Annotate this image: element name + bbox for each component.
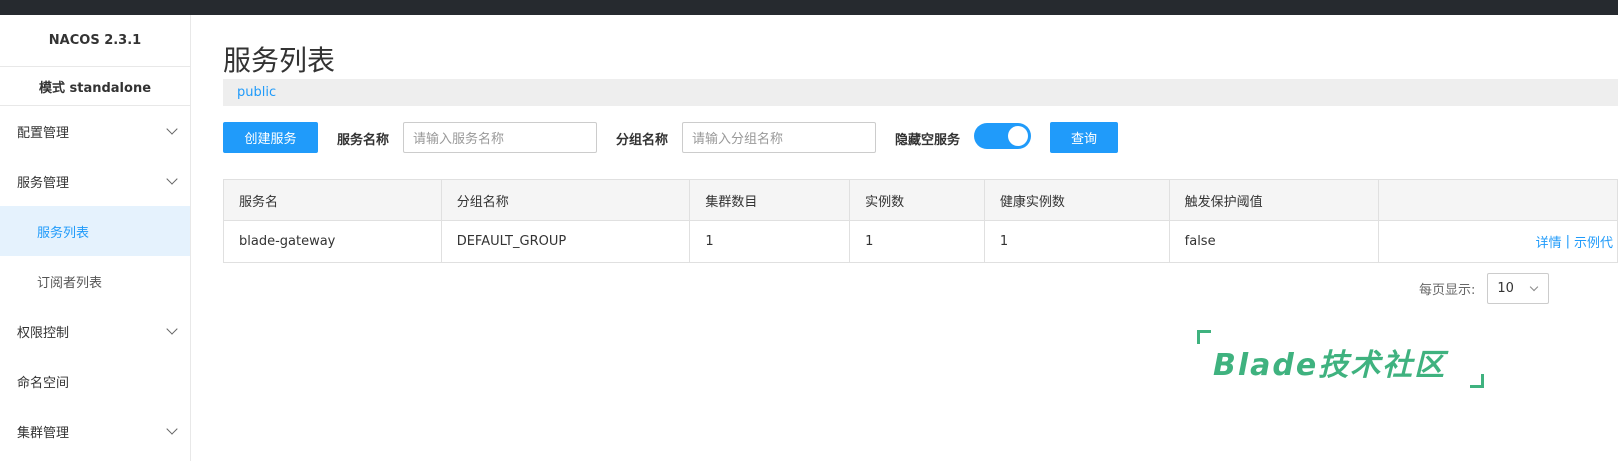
namespace-link-public[interactable]: public [237,85,276,100]
watermark-logo: Blade技术社区 [1197,330,1484,388]
table-row: blade-gateway DEFAULT_GROUP 1 1 1 false … [224,221,1617,262]
query-button[interactable]: 查询 [1050,122,1118,153]
sidebar-item-service-management[interactable]: 服务管理 [0,156,190,206]
chevron-down-icon [166,123,178,135]
sidebar-item-label: 配置管理 [17,125,70,141]
sidebar-item-cluster-management[interactable]: 集群管理 [0,406,190,456]
header-healthy-count: 健康实例数 [985,180,1170,220]
chevron-down-icon [166,173,178,185]
create-service-button[interactable]: 创建服务 [223,122,318,153]
cell-protect-threshold: false [1170,221,1380,262]
operation-separator: | [1565,234,1570,249]
sidebar: NACOS 2.3.1 模式 standalone 配置管理 服务管理 服务列表… [0,15,191,461]
sidebar-item-label: 权限控制 [17,325,70,341]
toolbar: 创建服务 服务名称 请输入服务名称 分组名称 请输入分组名称 隐藏空服务 查询 [223,122,1618,153]
group-name-label: 分组名称 [616,133,669,148]
chevron-down-icon [166,323,178,335]
sidebar-item-label: 服务列表 [37,225,90,241]
chevron-down-icon [166,423,178,435]
mode-label: 模式 standalone [0,67,190,106]
watermark-bracket-top-left [1197,330,1211,344]
sidebar-item-access-control[interactable]: 权限控制 [0,306,190,356]
sidebar-item-label: 集群管理 [17,425,70,441]
pagination: 每页显示: 10 [1419,273,1550,304]
header-operations [1379,180,1617,220]
namespace-bar: public [223,79,1618,106]
cell-operations: 详情 | 示例代 [1379,221,1617,262]
header-group-name: 分组名称 [442,180,691,220]
toggle-knob [1008,126,1028,146]
sample-code-link[interactable]: 示例代 [1574,232,1613,251]
cell-cluster-count: 1 [690,221,851,262]
hide-empty-toggle[interactable] [974,123,1031,149]
cell-instance-count: 1 [850,221,985,262]
cell-healthy-count: 1 [985,221,1170,262]
watermark-bracket-bottom-right [1470,374,1484,388]
sidebar-item-service-list[interactable]: 服务列表 [0,206,190,256]
page-size-select[interactable]: 10 [1487,273,1550,304]
hide-empty-label: 隐藏空服务 [895,133,961,148]
header-protect-threshold: 触发保护阈值 [1170,180,1380,220]
cell-group-name: DEFAULT_GROUP [442,221,691,262]
sidebar-item-label: 订阅者列表 [37,275,103,291]
group-name-input[interactable]: 请输入分组名称 [682,122,876,153]
header-cluster-count: 集群数目 [690,180,851,220]
page-size-value: 10 [1497,281,1514,296]
cell-service-name: blade-gateway [224,221,442,262]
sidebar-item-label: 服务管理 [17,175,70,191]
service-name-input[interactable]: 请输入服务名称 [403,122,597,153]
page-title: 服务列表 [223,44,336,77]
sidebar-item-label: 命名空间 [17,375,70,391]
top-bar [0,0,1618,15]
sidebar-item-namespace[interactable]: 命名空间 [0,356,190,406]
sidebar-item-config-management[interactable]: 配置管理 [0,106,190,156]
header-service-name: 服务名 [224,180,442,220]
brand-title: NACOS 2.3.1 [0,15,190,67]
service-name-label: 服务名称 [337,133,390,148]
watermark-text: Blade技术社区 [1213,348,1447,383]
service-table: 服务名 分组名称 集群数目 实例数 健康实例数 触发保护阈值 blade-gat… [223,179,1618,263]
sidebar-item-subscriber-list[interactable]: 订阅者列表 [0,256,190,306]
detail-link[interactable]: 详情 [1536,232,1562,251]
header-instance-count: 实例数 [850,180,985,220]
table-header: 服务名 分组名称 集群数目 实例数 健康实例数 触发保护阈值 [224,180,1617,221]
chevron-down-icon [1530,282,1539,291]
page-size-label: 每页显示: [1419,283,1476,298]
